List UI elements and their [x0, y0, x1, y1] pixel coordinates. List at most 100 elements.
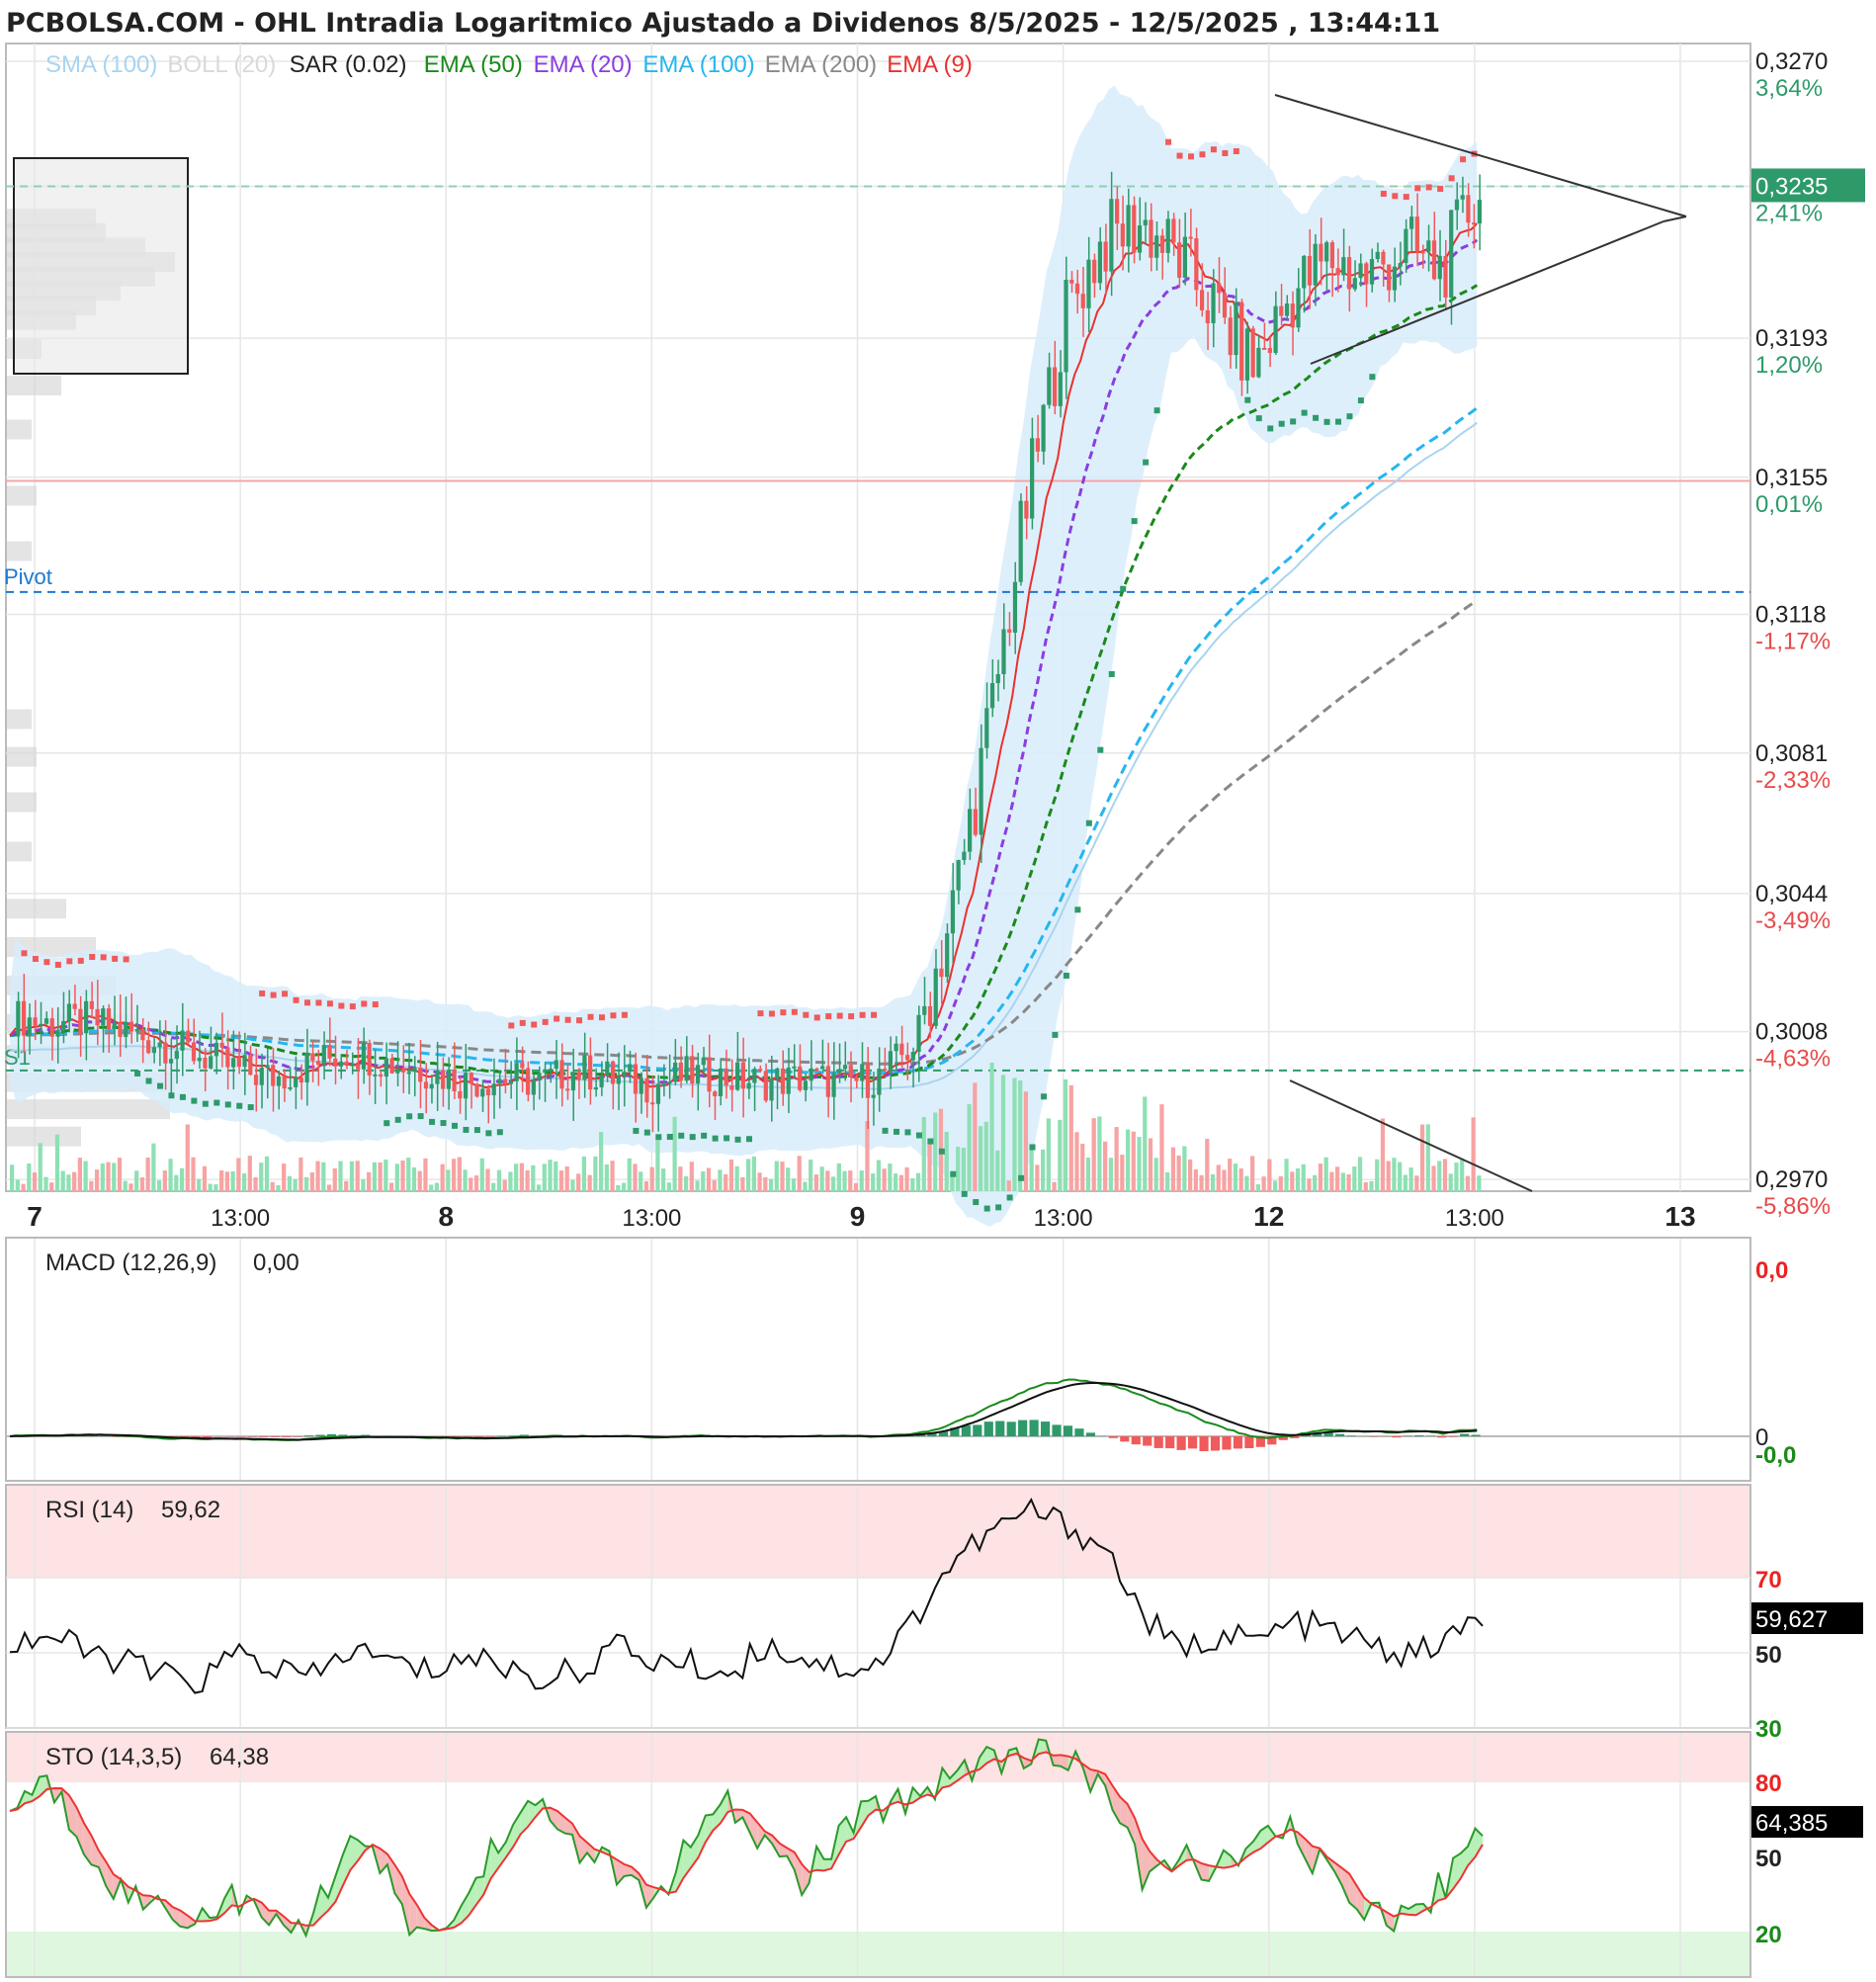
candle-body	[922, 1005, 927, 1015]
candle-body	[1035, 438, 1040, 452]
sar-dot	[417, 1113, 424, 1120]
macd-histogram-bar	[485, 1436, 495, 1437]
sar-dot	[326, 1000, 333, 1007]
macd-title: MACD (12,26,9)	[45, 1250, 216, 1276]
candle-body	[814, 1068, 819, 1071]
candle-body	[622, 1072, 627, 1077]
candle-body	[695, 1065, 701, 1084]
volume-bar	[282, 1163, 287, 1191]
candle-body	[599, 1076, 604, 1087]
macd-histogram-bar	[247, 1436, 257, 1437]
sar-dot	[1041, 1093, 1047, 1100]
volume-bar	[649, 1166, 654, 1191]
sar-dot	[463, 1126, 469, 1133]
sar-dot	[1120, 585, 1127, 592]
volume-bar	[1080, 1143, 1085, 1191]
candle-body	[265, 1065, 270, 1069]
volume-bar	[1318, 1163, 1323, 1191]
macd-tick-top: 0,0	[1755, 1257, 1788, 1284]
volume-bar	[558, 1170, 564, 1191]
candle-body	[825, 1066, 830, 1097]
candle-body	[350, 1064, 355, 1067]
sar-dot	[338, 1002, 345, 1009]
volume-bar	[604, 1163, 609, 1191]
sar-dot	[429, 1118, 436, 1125]
candle-body	[655, 1083, 661, 1104]
sar-dot	[282, 991, 289, 997]
sar-dot	[1153, 407, 1160, 414]
volume-bar	[836, 1163, 841, 1191]
sar-dot	[145, 1077, 152, 1084]
candle-body	[707, 1057, 712, 1092]
sar-dot	[1313, 414, 1320, 421]
volume-bar	[639, 1171, 643, 1191]
candle-body	[690, 1056, 695, 1084]
volume-bar	[587, 1174, 592, 1191]
volume-bar	[894, 1173, 898, 1191]
candle-body	[565, 1088, 570, 1091]
candle-body	[752, 1069, 757, 1083]
sar-dot	[372, 1001, 379, 1008]
volume-bar	[361, 1179, 366, 1191]
candle-body	[1437, 255, 1442, 280]
candle-body	[21, 1000, 27, 1036]
volume-bar	[293, 1178, 298, 1191]
candle-body	[792, 1066, 797, 1069]
rsi-title: RSI (14)	[45, 1497, 133, 1523]
volume-profile-bar	[7, 485, 37, 506]
candle-body	[769, 1078, 774, 1101]
volume-bar	[496, 1169, 502, 1191]
volume-bar	[757, 1172, 762, 1191]
volume-bar	[66, 1174, 71, 1191]
candle-body	[1149, 219, 1153, 258]
sar-dot	[496, 1129, 503, 1136]
volume-bar	[876, 1160, 882, 1191]
volume-bar	[508, 1171, 513, 1191]
sar-dot	[1018, 1174, 1025, 1181]
volume-bar	[400, 1160, 405, 1191]
macd-histogram-bar	[473, 1436, 484, 1437]
sar-dot	[1414, 185, 1421, 192]
volume-bar	[1313, 1174, 1318, 1191]
sar-dot	[508, 1022, 515, 1029]
candle-body	[151, 1047, 156, 1054]
candle-body	[871, 1094, 876, 1098]
macd-value: 0,00	[253, 1250, 299, 1276]
candle-body	[1244, 328, 1250, 381]
volume-bar	[1205, 1138, 1210, 1191]
candle-body	[1279, 305, 1284, 316]
volume-bar	[740, 1176, 745, 1191]
macd-histogram-bar	[1052, 1424, 1062, 1436]
candle-body	[968, 809, 973, 852]
sar-dot	[89, 954, 96, 961]
volume-bar	[786, 1167, 791, 1191]
sar-dot	[564, 1016, 571, 1023]
sar-dot	[1437, 186, 1444, 193]
macd-histogram-bar	[1335, 1433, 1345, 1436]
volume-bar	[145, 1158, 150, 1191]
volume-bar	[1114, 1127, 1119, 1191]
volume-bar	[1346, 1174, 1351, 1191]
candle-body	[294, 1077, 298, 1087]
price-tick-label: 0,3008	[1755, 1019, 1828, 1046]
candle-body	[89, 1000, 94, 1009]
candle-body	[1092, 259, 1097, 284]
candle-body	[724, 1068, 728, 1086]
sar-dot	[1176, 152, 1183, 159]
candle-body	[72, 1003, 77, 1009]
sar-dot	[961, 1190, 968, 1197]
volume-bar	[1335, 1166, 1340, 1191]
candle-body	[894, 1043, 898, 1052]
volume-bar	[1471, 1117, 1476, 1191]
candle-body	[1154, 235, 1159, 258]
sar-dot	[112, 955, 119, 962]
volume-bar	[514, 1163, 519, 1191]
volume-bar	[139, 1177, 145, 1191]
volume-bar	[1392, 1158, 1397, 1191]
volume-bar	[1465, 1175, 1471, 1191]
candle-body	[1024, 500, 1029, 519]
candle-body	[16, 1000, 21, 1036]
volume-bar	[1307, 1178, 1312, 1191]
candle-body	[373, 1074, 378, 1077]
volume-bar	[1363, 1182, 1368, 1191]
